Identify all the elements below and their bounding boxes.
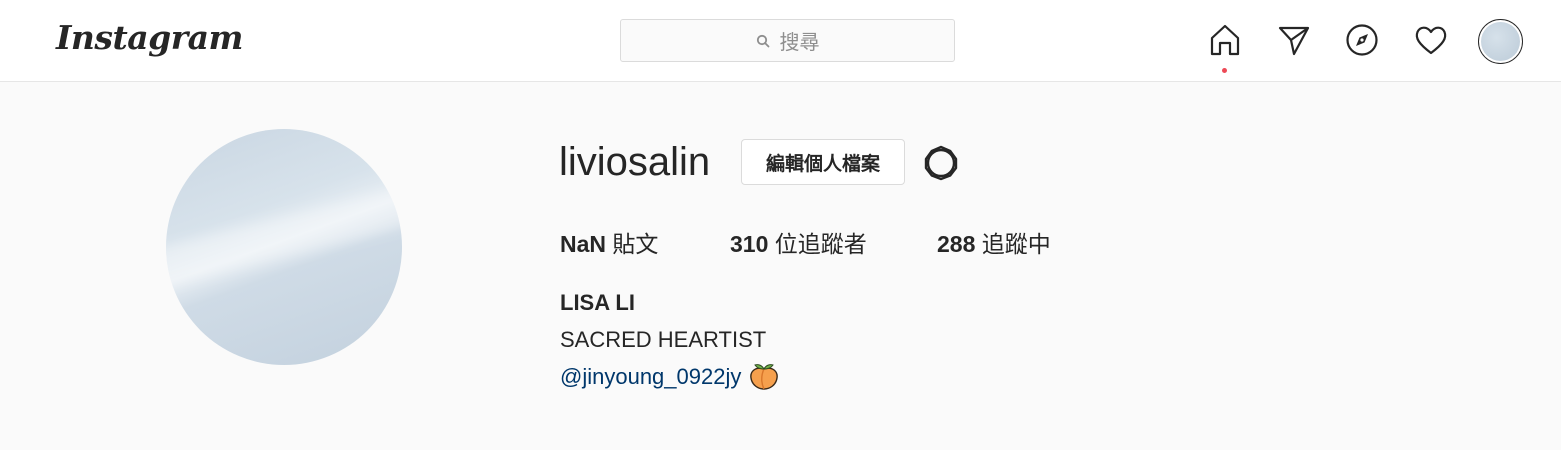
top-navigation-bar: Instagram 搜尋 bbox=[0, 0, 1561, 82]
home-icon[interactable] bbox=[1207, 22, 1243, 58]
search-input[interactable]: 搜尋 bbox=[620, 19, 955, 62]
bio-mention-link[interactable]: @jinyoung_0922jy bbox=[560, 364, 741, 390]
following-label: 追蹤中 bbox=[981, 231, 1051, 257]
followers-count: 310 bbox=[730, 231, 769, 257]
bio-mention-row: @jinyoung_0922jy bbox=[560, 363, 779, 391]
instagram-logo[interactable]: Instagram bbox=[56, 18, 243, 57]
activity-heart-icon[interactable] bbox=[1413, 22, 1449, 58]
edit-profile-button[interactable]: 編輯個人檔案 bbox=[741, 139, 905, 185]
posts-label: 貼文 bbox=[612, 231, 659, 257]
posts-count: NaN bbox=[560, 231, 607, 257]
following-count: 288 bbox=[937, 231, 976, 257]
peach-icon bbox=[749, 363, 779, 391]
profile-bio: SACRED HEARTIST bbox=[560, 327, 767, 352]
search-placeholder: 搜尋 bbox=[779, 32, 820, 54]
notification-dot bbox=[1222, 68, 1227, 73]
followers-label: 位追蹤者 bbox=[774, 231, 867, 257]
gear-icon[interactable] bbox=[922, 144, 960, 182]
search-icon bbox=[756, 34, 769, 47]
direct-send-icon[interactable] bbox=[1276, 22, 1312, 58]
profile-username: liviosalin bbox=[559, 140, 711, 184]
profile-full-name: LISA LI bbox=[560, 290, 635, 315]
following-stat[interactable]: 288 追蹤中 bbox=[937, 225, 1051, 259]
profile-picture[interactable] bbox=[166, 129, 402, 365]
nav-avatar-image bbox=[1481, 22, 1520, 61]
posts-stat: NaN 貼文 bbox=[560, 225, 658, 259]
explore-compass-icon[interactable] bbox=[1344, 22, 1380, 58]
profile-avatar[interactable] bbox=[1478, 19, 1523, 64]
followers-stat[interactable]: 310 位追蹤者 bbox=[730, 225, 867, 259]
